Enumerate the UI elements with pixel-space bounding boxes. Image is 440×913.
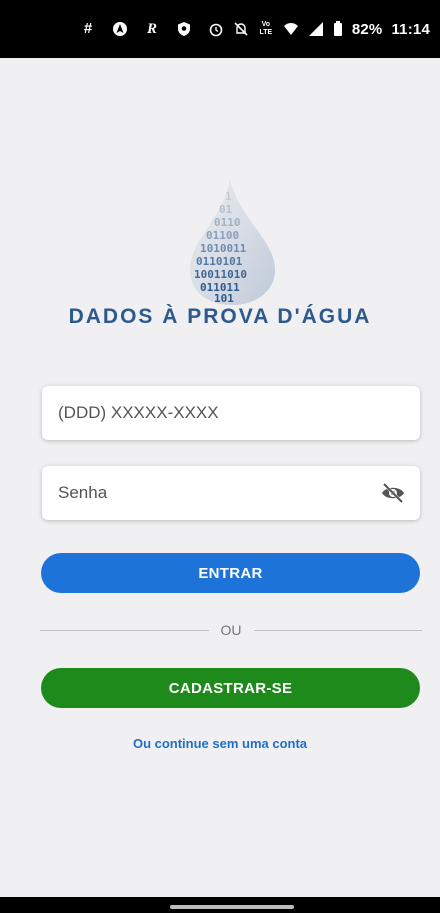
signal-icon — [308, 21, 324, 37]
divider-line-left — [40, 629, 209, 631]
home-handle[interactable] — [170, 905, 294, 909]
brand-name: DADOS À PROVA D'ÁGUA — [68, 305, 372, 328]
svg-text:01100: 01100 — [206, 229, 239, 242]
or-label: OU — [220, 622, 242, 638]
or-divider: OU — [40, 620, 422, 640]
svg-text:101: 101 — [214, 292, 234, 305]
battery-percentage: 82% — [351, 20, 383, 38]
enter-button[interactable]: ENTRAR — [41, 553, 420, 593]
password-field[interactable] — [42, 466, 420, 520]
alarm-icon — [208, 21, 224, 37]
status-bar: # R Vo LTE 82% 11:14 — [0, 0, 440, 58]
r-icon: R — [146, 21, 157, 37]
svg-text:0110: 0110 — [214, 216, 241, 229]
slack-icon: # — [83, 20, 93, 37]
svg-text:0110101: 0110101 — [196, 255, 243, 268]
svg-text:1: 1 — [225, 190, 232, 203]
signup-button[interactable]: CADASTRAR-SE — [41, 668, 420, 708]
shield-icon — [176, 21, 192, 37]
wifi-icon — [283, 21, 299, 37]
svg-text:10011010: 10011010 — [194, 268, 247, 281]
status-left-icons: # R — [80, 21, 192, 37]
navigation-bar — [0, 897, 440, 913]
phone-field[interactable] — [42, 386, 420, 440]
status-right-icons: Vo LTE 82% 11:14 — [208, 21, 430, 38]
volte-icon: Vo LTE — [259, 21, 273, 36]
svg-text:1010011: 1010011 — [200, 242, 247, 255]
svg-text:01: 01 — [219, 203, 233, 216]
battery-icon — [333, 21, 343, 37]
eye-off-icon[interactable] — [380, 482, 406, 504]
phone-input[interactable] — [56, 402, 406, 424]
password-input[interactable] — [56, 482, 380, 504]
continue-without-account-link[interactable]: Ou continue sem uma conta — [0, 736, 440, 751]
clock: 11:14 — [391, 20, 430, 38]
location-icon — [112, 21, 128, 37]
divider-line-right — [253, 629, 422, 631]
silent-icon — [233, 21, 249, 37]
